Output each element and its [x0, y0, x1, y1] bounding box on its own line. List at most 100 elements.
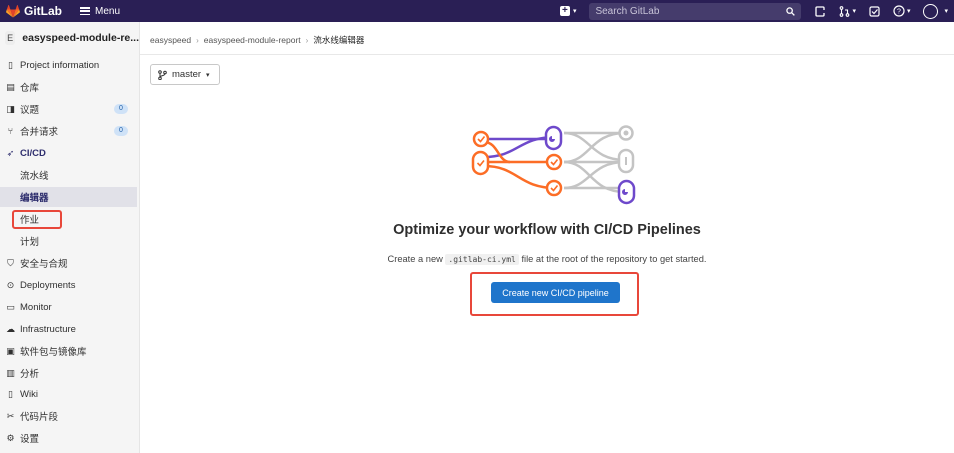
sidebar-item-label: Wiki	[20, 388, 38, 400]
sidebar-item-analytics[interactable]: ▥ 分析	[0, 363, 140, 383]
chevron-down-icon: ▾	[906, 8, 911, 15]
merge-requests-count-badge: 0	[114, 126, 128, 136]
todo-check-icon	[869, 5, 880, 17]
project-name: easyspeed-module-re...	[22, 32, 139, 44]
empty-state-description: Create a new .gitlab-ci.yml file at the …	[140, 254, 954, 265]
new-dropdown-button[interactable]: + ▾	[559, 6, 577, 16]
chevron-down-icon: ▾	[944, 8, 948, 15]
desc-text-before: Create a new	[387, 254, 443, 264]
top-navbar: GitLab Menu + ▾ Search GitLab ▾ ? ▾ ▾	[0, 0, 954, 22]
sidebar-item-label: Deployments	[20, 279, 76, 291]
breadcrumb-current[interactable]: 流水线编辑器	[313, 34, 364, 46]
sidebar-item-settings[interactable]: ⚙ 设置	[0, 428, 140, 448]
breadcrumb: easyspeed › easyspeed-module-report › 流水…	[150, 34, 364, 46]
issues-icon: ◨	[6, 103, 15, 114]
plus-icon: +	[559, 6, 570, 16]
snippet-icon: ✂	[6, 410, 15, 421]
sidebar-item-label: CI/CD	[20, 147, 46, 159]
sidebar-item-issues[interactable]: ◨ 议题 0	[0, 99, 140, 119]
chevron-down-icon: ▾	[572, 8, 577, 15]
branch-selector[interactable]: master ▾	[150, 64, 220, 85]
hamburger-icon	[80, 7, 90, 15]
sidebar-item-monitor[interactable]: ▭ Monitor	[0, 297, 140, 317]
sidebar-item-merge-requests[interactable]: ⑂ 合并请求 0	[0, 121, 140, 141]
gear-icon: ⚙	[6, 432, 15, 443]
chevron-right-icon: ›	[305, 35, 309, 45]
repository-icon: ▤	[6, 81, 15, 92]
empty-state-title: Optimize your workflow with CI/CD Pipeli…	[393, 222, 701, 238]
project-header[interactable]: E easyspeed-module-re...	[0, 22, 139, 54]
divider	[140, 54, 954, 55]
sidebar-item-label: 编辑器	[20, 193, 49, 204]
pipeline-illustration	[471, 125, 636, 205]
sidebar-item-infrastructure[interactable]: ☁ Infrastructure	[0, 319, 140, 339]
sidebar-item-project-information[interactable]: ▯ Project information	[0, 55, 140, 75]
svg-text:?: ?	[897, 9, 901, 16]
shield-icon: ⛉	[7, 257, 14, 268]
sidebar-item-label: Monitor	[20, 301, 52, 313]
user-avatar[interactable]	[923, 3, 939, 19]
chevron-down-icon: ▾	[206, 71, 210, 79]
sidebar: E easyspeed-module-re... ▯ Project infor…	[0, 22, 140, 453]
chevron-right-icon: ›	[196, 35, 199, 45]
sidebar-item-security[interactable]: ⛉ 安全与合规	[0, 253, 140, 273]
infrastructure-icon: ☁	[6, 323, 15, 334]
sidebar-item-packages[interactable]: ▣ 软件包与镜像库	[0, 341, 140, 361]
search-icon	[786, 6, 796, 16]
sidebar-item-label: 计划	[20, 237, 40, 248]
sidebar-item-label: 合并请求	[20, 127, 59, 138]
breadcrumb-item[interactable]: easyspeed	[150, 35, 191, 45]
deployments-icon: ⊙	[6, 279, 15, 290]
sidebar-item-wiki[interactable]: ▯ Wiki	[0, 384, 140, 404]
chart-icon: ▥	[6, 367, 15, 378]
project-avatar: E	[5, 31, 16, 45]
sidebar-item-label: Project information	[20, 59, 100, 71]
sidebar-item-label: 软件包与镜像库	[20, 347, 87, 358]
package-icon: ▣	[6, 345, 15, 356]
create-pipeline-button[interactable]: Create new CI/CD pipeline	[491, 282, 620, 303]
merge-requests-nav-button[interactable]: ▾	[839, 5, 856, 17]
merge-request-icon: ⑂	[7, 126, 14, 136]
issues-icon	[815, 5, 826, 17]
desc-text-after: file at the root of the repository to ge…	[521, 254, 707, 264]
project-info-icon: ▯	[8, 59, 13, 70]
sidebar-subitem-editor[interactable]: 编辑器	[0, 187, 137, 207]
merge-request-icon	[840, 5, 850, 17]
help-icon: ?	[893, 5, 905, 17]
help-nav-button[interactable]: ? ▾	[893, 5, 911, 17]
gitlab-logo-icon	[6, 4, 20, 17]
search-placeholder: Search GitLab	[595, 5, 660, 17]
chevron-down-icon: ▾	[852, 8, 856, 15]
branch-name: master	[172, 69, 202, 80]
breadcrumb-item[interactable]: easyspeed-module-report	[204, 35, 301, 45]
sidebar-item-label: 仓库	[20, 83, 40, 94]
sidebar-item-label: Infrastructure	[20, 323, 76, 335]
issues-nav-button[interactable]	[815, 5, 826, 17]
gitlab-home-link[interactable]: GitLab	[0, 0, 62, 22]
menu-label: Menu	[95, 5, 121, 17]
brand-name: GitLab	[24, 4, 62, 18]
main-content: easyspeed › easyspeed-module-report › 流水…	[140, 22, 954, 453]
sidebar-item-deployments[interactable]: ⊙ Deployments	[0, 275, 140, 295]
sidebar-item-label: 安全与合规	[20, 259, 68, 270]
sidebar-item-label: 议题	[20, 105, 40, 116]
sidebar-item-label: 流水线	[20, 171, 49, 182]
book-icon: ▯	[8, 388, 13, 399]
sidebar-item-label: 代码片段	[20, 412, 59, 423]
rocket-icon: ➶	[6, 147, 15, 158]
ci-file-code: .gitlab-ci.yml	[445, 254, 519, 265]
sidebar-subitem-schedules[interactable]: 计划	[0, 231, 140, 251]
todos-nav-button[interactable]	[869, 5, 880, 17]
menu-button[interactable]: Menu	[80, 6, 120, 17]
sidebar-item-repository[interactable]: ▤ 仓库	[0, 77, 140, 97]
sidebar-item-cicd[interactable]: ➶ CI/CD	[0, 143, 140, 163]
branch-icon	[158, 69, 167, 80]
sidebar-subitem-pipelines[interactable]: 流水线	[0, 165, 140, 185]
sidebar-item-label: 分析	[20, 369, 40, 380]
sidebar-item-snippets[interactable]: ✂ 代码片段	[0, 406, 140, 426]
editor-highlight-box	[12, 210, 62, 229]
monitor-icon: ▭	[6, 301, 15, 312]
sidebar-item-label: 设置	[20, 434, 40, 445]
search-input[interactable]: Search GitLab	[589, 2, 802, 20]
issues-count-badge: 0	[114, 104, 128, 114]
